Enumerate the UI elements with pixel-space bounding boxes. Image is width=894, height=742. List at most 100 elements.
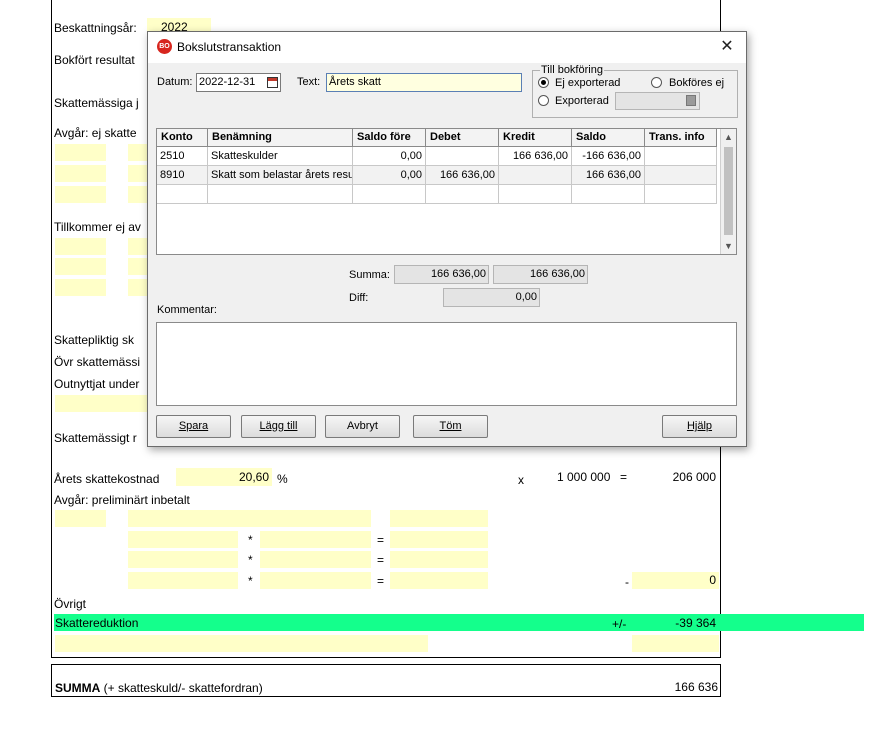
radio-ej-exporterad[interactable] [538,77,549,88]
multiply-sign: x [518,473,524,487]
label-avgar-ej-skattepliktiga: Avgår: ej skatte [54,126,137,140]
field-prelim-row3-b[interactable] [260,572,371,589]
summa-box: SUMMA (+ skatteskuld/- skattefordran) 16… [51,664,721,697]
field-prelim-row1-a[interactable] [128,531,238,548]
scroll-up-icon[interactable]: ▲ [721,129,736,145]
field-avgar-2a[interactable] [55,165,106,182]
label-tillkommer: Tillkommer ej av [54,220,141,234]
col-header-saldo-fore[interactable]: Saldo före [353,129,426,147]
table-cell[interactable]: 166 636,00 [426,166,499,185]
field-skattesats[interactable]: 20,60 [176,468,272,486]
equals-3: = [377,574,385,588]
calendar-icon-disabled [686,95,696,106]
field-prelim-row2-c[interactable] [390,551,488,568]
table-cell[interactable] [353,185,426,204]
table-cell[interactable]: -166 636,00 [572,147,645,166]
text-field[interactable]: Årets skatt [326,73,522,92]
close-icon[interactable]: ✕ [716,36,738,58]
radio-ej-exporterad-label[interactable]: Ej exporterad [555,77,620,90]
field-prelim-row2-b[interactable] [260,551,371,568]
field-avgar-3b[interactable] [128,186,147,203]
field-prelim-total[interactable]: 0 [632,572,719,589]
col-header-benamning[interactable]: Benämning [208,129,353,147]
hjalp-button[interactable]: Hjälp [662,415,737,438]
field-prelim-row2-a[interactable] [128,551,238,568]
table-cell[interactable]: 0,00 [353,166,426,185]
radio-bokfores-ej-label[interactable]: Bokföres ej [669,77,724,90]
field-prelim-a[interactable] [55,510,106,527]
dialog-titlebar[interactable]: BO Bokslutstransaktion ✕ [148,32,746,63]
summa-label: SUMMA (+ skatteskuld/- skattefordran) [55,681,263,695]
field-tillkommer-2b[interactable] [128,258,147,275]
avbryt-button[interactable]: Avbryt [325,415,400,438]
table-cell[interactable]: 0,00 [353,147,426,166]
field-tillkommer-3a[interactable] [55,279,106,296]
field-prelim-row3-c[interactable] [390,572,488,589]
col-header-konto[interactable]: Konto [157,129,208,147]
dialog-title: Bokslutstransaktion [177,40,282,54]
spara-button[interactable]: Spara [156,415,231,438]
field-avgar-2b[interactable] [128,165,147,182]
field-tillkommer-2a[interactable] [55,258,106,275]
calendar-icon[interactable] [267,77,278,88]
skattereduktion-value: -39 364 [675,616,716,630]
kommentar-textarea[interactable] [156,322,737,406]
radio-exporterad[interactable] [538,95,549,106]
field-tillkommer-3b[interactable] [128,279,147,296]
table-cell[interactable] [572,185,645,204]
table-cell[interactable] [157,185,208,204]
app-logo-icon: BO [157,39,172,54]
field-prelim-row1-b[interactable] [260,531,371,548]
col-header-debet[interactable]: Debet [426,129,499,147]
bokslutstransaktion-dialog: BO Bokslutstransaktion ✕ Datum: 2022-12-… [147,31,747,447]
star-1: * [248,533,253,547]
scroll-thumb[interactable] [724,147,733,235]
field-avgar-1a[interactable] [55,144,106,161]
multiplier-value: 1 000 000 [557,470,611,484]
radio-bokfores-ej[interactable] [651,77,662,88]
field-prelim-row1-c[interactable] [390,531,488,548]
table-cell[interactable] [499,166,572,185]
transaction-grid[interactable]: Konto Benämning Saldo före Debet Kredit … [156,128,737,255]
field-outnyttjat[interactable] [55,395,147,412]
table-cell[interactable]: 8910 [157,166,208,185]
field-prelim-c[interactable] [390,510,488,527]
table-cell[interactable]: 166 636,00 [499,147,572,166]
field-tillkommer-1a[interactable] [55,238,106,255]
table-cell[interactable] [426,147,499,166]
table-cell[interactable] [499,185,572,204]
field-avgar-3a[interactable] [55,186,106,203]
col-header-trans-info[interactable]: Trans. info [645,129,717,147]
label-ovrigt: Övrigt [54,597,87,611]
table-cell[interactable] [645,185,717,204]
lagg-till-button[interactable]: Lägg till [241,415,316,438]
field-prelim-b[interactable] [128,510,371,527]
grid-scrollbar[interactable]: ▲ ▼ [720,129,736,254]
scroll-down-icon[interactable]: ▼ [721,238,736,254]
field-ovrigt-value[interactable] [632,635,719,652]
table-cell[interactable]: 2510 [157,147,208,166]
field-avgar-1b[interactable] [128,144,147,161]
table-cell[interactable]: Skatteskulder [208,147,353,166]
tom-button[interactable]: Töm [413,415,488,438]
table-cell[interactable] [645,147,717,166]
table-cell[interactable] [426,185,499,204]
datum-field[interactable]: 2022-12-31 [196,73,281,92]
table-cell[interactable]: 166 636,00 [572,166,645,185]
diff-field: 0,00 [443,288,540,307]
form-bottom-border [51,657,721,658]
table-cell[interactable] [645,166,717,185]
skattekostnad-result: 206 000 [672,470,716,484]
table-cell[interactable]: Skatt som belastar årets resultat [208,166,353,185]
field-ovrigt-text[interactable] [55,635,428,652]
field-tillkommer-1b[interactable] [128,238,147,255]
star-2: * [248,553,253,567]
field-prelim-row3-a[interactable] [128,572,238,589]
table-cell[interactable] [208,185,353,204]
label-ovr-skattemassig: Övr skattemässi [54,355,141,369]
label-skattereduktion: Skattereduktion [55,616,139,630]
form-left-border [51,0,52,658]
col-header-saldo[interactable]: Saldo [572,129,645,147]
radio-exporterad-label[interactable]: Exporterad [555,95,609,108]
col-header-kredit[interactable]: Kredit [499,129,572,147]
